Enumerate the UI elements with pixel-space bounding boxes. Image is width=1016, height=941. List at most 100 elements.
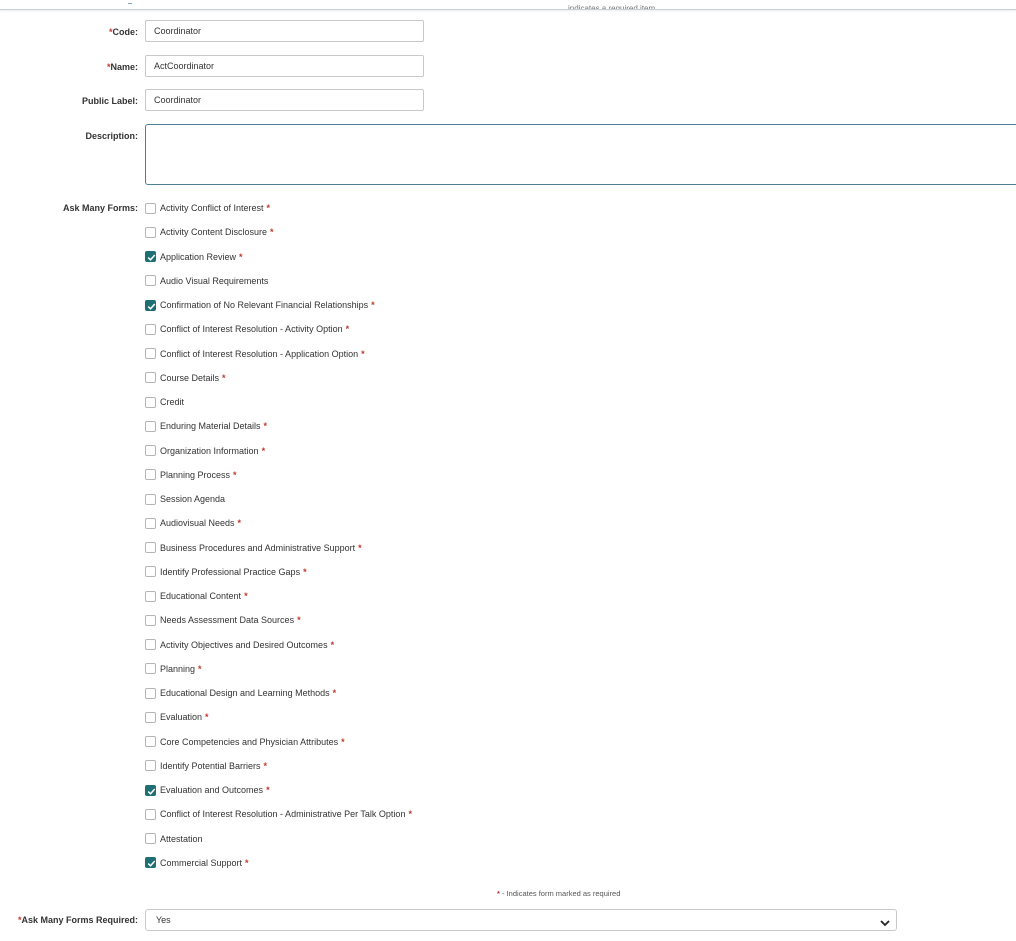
form-option-row[interactable]: Attestation: [145, 832, 203, 846]
checkbox[interactable]: [145, 372, 156, 384]
form-option-row[interactable]: Application Review *: [145, 250, 243, 264]
form-option-label: Activity Content Disclosure *: [160, 227, 274, 238]
form-option-row[interactable]: Identify Potential Barriers *: [145, 759, 267, 773]
checkbox[interactable]: [145, 469, 156, 481]
required-star: *: [270, 227, 274, 238]
form-option-row[interactable]: Session Agenda: [145, 492, 225, 506]
checkbox[interactable]: [145, 323, 156, 335]
name-label: *Name:: [106, 62, 138, 72]
check-icon: [147, 254, 156, 261]
chevron-down-icon: [880, 915, 890, 935]
form-option-label: Organization Information *: [160, 445, 266, 456]
form-option-label: Enduring Material Details *: [160, 421, 268, 432]
public-label-input[interactable]: Coordinator: [145, 89, 424, 111]
required-star: *: [303, 566, 307, 577]
ask-many-forms-required-select[interactable]: Yes: [145, 909, 897, 931]
form-option-row[interactable]: Evaluation and Outcomes *: [145, 783, 270, 797]
form-option-row[interactable]: Educational Content *: [145, 589, 248, 603]
required-star: *: [263, 421, 268, 432]
form-option-row[interactable]: Audiovisual Needs *: [145, 516, 241, 530]
form-option-row[interactable]: Core Competencies and Physician Attribut…: [145, 735, 345, 749]
select-value: Yes: [156, 915, 171, 925]
form-option-label: Conflict of Interest Resolution - Activi…: [160, 324, 350, 335]
required-star: *: [233, 469, 237, 480]
checkbox[interactable]: [145, 808, 156, 820]
checkbox[interactable]: [145, 711, 156, 723]
check-icon: [147, 787, 156, 795]
required-star: *: [239, 251, 243, 262]
checkbox[interactable]: [145, 275, 156, 287]
form-option-label: Evaluation *: [160, 712, 209, 723]
checkbox[interactable]: [145, 663, 156, 675]
checkbox[interactable]: [145, 614, 156, 626]
checkbox[interactable]: [145, 493, 156, 505]
checkbox[interactable]: [145, 639, 156, 650]
description-textarea[interactable]: [145, 124, 1016, 185]
form-option-row[interactable]: Credit: [145, 395, 184, 409]
required-note-top: indicates a required item.: [568, 4, 658, 9]
name-input[interactable]: ActCoordinator: [145, 55, 424, 77]
form-option-row[interactable]: Business Procedures and Administrative S…: [145, 541, 362, 555]
checkbox-checked[interactable]: [145, 857, 156, 869]
form-option-row[interactable]: Planning Process *: [145, 468, 237, 482]
checkbox[interactable]: [145, 396, 156, 408]
required-star: *: [263, 760, 268, 771]
form-option-row[interactable]: Confirmation of No Relevant Financial Re…: [145, 298, 375, 312]
form-option-label: Core Competencies and Physician Attribut…: [160, 736, 345, 747]
form-option-row[interactable]: Activity Objectives and Desired Outcomes…: [145, 638, 334, 652]
form-option-row[interactable]: Conflict of Interest Resolution - Activi…: [145, 322, 349, 336]
form-option-label: Evaluation and Outcomes *: [160, 785, 270, 795]
required-star: *: [408, 809, 412, 820]
form-option-row[interactable]: Audio Visual Requirements: [145, 274, 268, 288]
check-icon: [147, 860, 156, 868]
check-icon: [147, 302, 156, 310]
checkbox[interactable]: [145, 420, 156, 432]
form-option-row[interactable]: Conflict of Interest Resolution - Admini…: [145, 807, 412, 821]
checkbox[interactable]: [145, 566, 156, 578]
form-option-row[interactable]: Activity Content Disclosure *: [145, 225, 274, 239]
form-option-row[interactable]: Organization Information *: [145, 444, 265, 458]
form-option-label: Educational Design and Learning Methods *: [160, 688, 337, 698]
form-option-row[interactable]: Educational Design and Learning Methods *: [145, 686, 336, 700]
checkbox[interactable]: [145, 760, 156, 772]
required-star: *: [261, 445, 266, 456]
required-star: *: [222, 372, 226, 383]
required-star: *: [266, 203, 271, 213]
form-option-row[interactable]: Needs Assessment Data Sources *: [145, 613, 301, 627]
checkbox[interactable]: [145, 833, 156, 844]
form-option-label: Commercial Support *: [160, 857, 249, 868]
form-option-row[interactable]: Conflict of Interest Resolution - Applic…: [145, 347, 365, 361]
checkbox[interactable]: [145, 202, 156, 214]
form-option-label: Identify Professional Practice Gaps *: [160, 566, 307, 577]
checkbox[interactable]: [145, 517, 156, 529]
form-option-label: Activity Objectives and Desired Outcomes…: [160, 639, 335, 650]
checkbox-checked[interactable]: [145, 299, 156, 311]
form-option-label: Course Details *: [160, 372, 226, 383]
form-option-row[interactable]: Commercial Support *: [145, 856, 249, 870]
checkbox[interactable]: [145, 736, 156, 747]
form-option-label: Needs Assessment Data Sources *: [160, 615, 301, 626]
form-option-label: Conflict of Interest Resolution - Applic…: [160, 348, 365, 359]
checkbox[interactable]: [145, 687, 156, 699]
form-option-row[interactable]: Course Details *: [145, 371, 226, 385]
checkbox[interactable]: [145, 445, 156, 456]
form-option-row[interactable]: Enduring Material Details *: [145, 419, 267, 433]
required-star: *: [345, 324, 350, 335]
checkbox[interactable]: [145, 226, 156, 238]
checkbox-checked[interactable]: [145, 251, 156, 262]
checkbox-checked[interactable]: [145, 784, 156, 796]
checkbox[interactable]: [145, 542, 156, 553]
ask-many-forms-label: Ask Many Forms:: [62, 203, 138, 213]
form-option-row[interactable]: Planning *: [145, 662, 202, 676]
form-option-label: Educational Content *: [160, 591, 248, 601]
form-option-label: Application Review *: [160, 251, 243, 262]
form-option-label: Session Agenda: [160, 494, 226, 504]
code-input[interactable]: Coordinator: [145, 20, 424, 42]
required-star: *: [297, 615, 301, 626]
form-option-row[interactable]: Activity Conflict of Interest *: [145, 201, 270, 215]
top-header-bar: [0, 0, 1016, 10]
checkbox[interactable]: [145, 348, 156, 359]
form-option-row[interactable]: Evaluation *: [145, 710, 209, 724]
form-option-row[interactable]: Identify Professional Practice Gaps *: [145, 565, 307, 579]
checkbox[interactable]: [145, 590, 156, 602]
